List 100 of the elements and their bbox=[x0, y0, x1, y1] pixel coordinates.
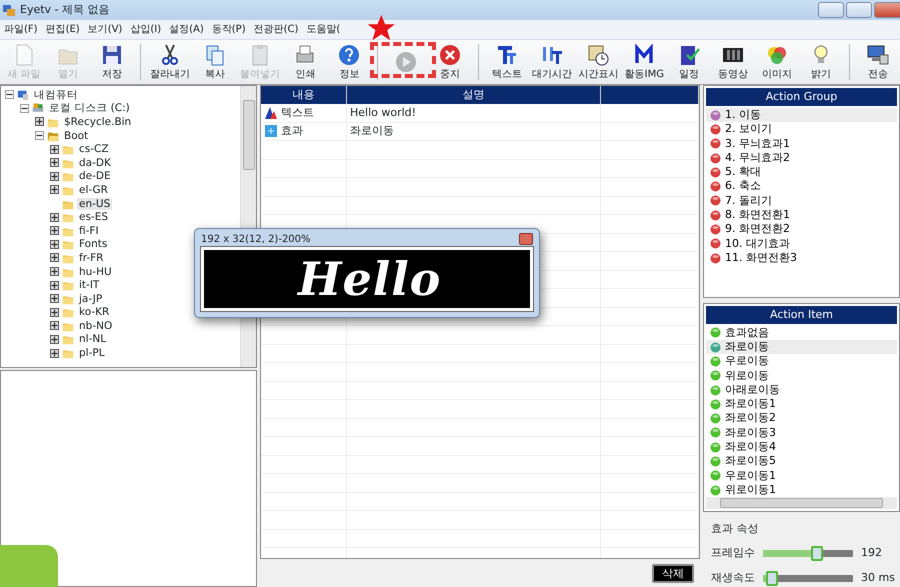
tree-item[interactable]: ko-KR bbox=[77, 306, 112, 318]
expander-icon[interactable] bbox=[50, 280, 59, 290]
expander-icon[interactable] bbox=[50, 144, 59, 154]
menu-item[interactable]: 편집(E) bbox=[42, 22, 84, 37]
expander-icon[interactable] bbox=[50, 308, 59, 317]
toolbar-button[interactable]: 활동IMG bbox=[622, 40, 668, 84]
toolbar-button[interactable]: 저장 bbox=[90, 40, 134, 84]
slider-thumb[interactable] bbox=[766, 571, 778, 586]
toolbar-button[interactable]: 이미지 bbox=[755, 40, 800, 84]
toolbar-button[interactable]: 동영상 bbox=[711, 40, 756, 84]
tree-item[interactable]: Boot bbox=[62, 130, 90, 142]
status-dot-icon bbox=[710, 238, 721, 250]
list-item[interactable]: 1. 이동 bbox=[706, 108, 897, 122]
expander-icon[interactable] bbox=[35, 131, 44, 140]
expander-icon[interactable] bbox=[50, 253, 59, 262]
list-item[interactable]: 8. 화면전환1 bbox=[706, 208, 897, 222]
tree-item[interactable]: nl-NL bbox=[77, 333, 108, 346]
tree-item[interactable]: el-GR bbox=[77, 184, 110, 196]
expander-icon[interactable] bbox=[20, 104, 29, 113]
list-item[interactable]: 좌로이동1 bbox=[706, 397, 897, 412]
menu-item[interactable]: 전광판(C) bbox=[250, 22, 302, 37]
column-header[interactable]: 설명 bbox=[347, 86, 601, 104]
menu-item[interactable]: 동작(P) bbox=[208, 22, 250, 37]
expander-icon[interactable] bbox=[50, 172, 59, 181]
list-item[interactable]: 6. 축소 bbox=[706, 179, 897, 194]
expander-icon[interactable] bbox=[50, 267, 59, 276]
tree-item[interactable]: cs-CZ bbox=[77, 143, 111, 156]
tree-item[interactable]: hu-HU bbox=[77, 266, 114, 278]
menu-item[interactable]: 파일(F) bbox=[0, 22, 42, 37]
toolbar-button[interactable]: 일정 bbox=[667, 40, 712, 84]
list-item[interactable]: 우로이동 bbox=[706, 354, 897, 369]
toolbar-button[interactable]: 밝기 bbox=[799, 40, 844, 84]
menu-item[interactable]: 보기(V) bbox=[84, 22, 126, 37]
tree-item[interactable]: ja-JP bbox=[77, 292, 104, 305]
list-item[interactable]: 좌로이동4 bbox=[706, 440, 897, 454]
tree-item[interactable]: 내컴퓨터 bbox=[32, 88, 80, 101]
expander-icon[interactable] bbox=[50, 348, 59, 358]
menu-item[interactable]: 삽입(I) bbox=[126, 22, 166, 37]
list-item[interactable]: 좌로이동5 bbox=[706, 454, 897, 469]
toolbar-button[interactable]: 전송 bbox=[856, 40, 900, 84]
horizontal-scrollbar[interactable] bbox=[706, 497, 897, 508]
list-item[interactable]: 4. 무늬효과2 bbox=[706, 150, 897, 166]
tree-item[interactable]: it-IT bbox=[77, 279, 102, 292]
tree-item[interactable]: fr-FR bbox=[77, 252, 106, 264]
toolbar-button[interactable]: 대기시간 bbox=[529, 40, 576, 84]
maximize-button[interactable] bbox=[846, 2, 872, 18]
shapes-icon bbox=[264, 106, 278, 120]
list-item[interactable]: 위로이동 bbox=[706, 368, 897, 383]
minimize-button[interactable] bbox=[818, 2, 844, 18]
toolbar-button[interactable]: 인쇄 bbox=[283, 40, 328, 84]
expander-icon[interactable] bbox=[50, 321, 59, 330]
slider-thumb[interactable] bbox=[811, 546, 823, 561]
expander-icon[interactable] bbox=[35, 117, 44, 126]
status-dot-icon bbox=[710, 384, 721, 396]
list-item[interactable]: 11. 화면전환3 bbox=[706, 250, 897, 266]
tree-item[interactable]: nb-NO bbox=[77, 320, 114, 332]
expander-icon[interactable] bbox=[50, 185, 59, 194]
expander-icon[interactable] bbox=[50, 158, 59, 168]
tree-item[interactable]: es-ES bbox=[77, 211, 110, 224]
list-item[interactable]: 좌로이동 bbox=[706, 340, 897, 354]
list-item[interactable]: 2. 보이기 bbox=[706, 122, 897, 137]
expander-icon[interactable] bbox=[50, 212, 59, 222]
tree-item[interactable]: pl-PL bbox=[77, 347, 107, 360]
delete-button[interactable]: 삭제 bbox=[652, 564, 694, 583]
list-item[interactable]: 좌로이동2 bbox=[706, 412, 897, 426]
tree-item[interactable]: 로컬 디스크 (C:) bbox=[47, 102, 132, 114]
calendar-clock-icon bbox=[586, 42, 610, 66]
list-item[interactable]: 10. 대기효과 bbox=[706, 236, 897, 251]
tree-item[interactable]: de-DE bbox=[77, 170, 113, 182]
status-dot-icon bbox=[710, 413, 721, 424]
expander-icon[interactable] bbox=[50, 240, 59, 249]
tree-item[interactable]: $Recycle.Bin bbox=[62, 116, 134, 128]
list-item[interactable]: 9. 화면전환2 bbox=[706, 222, 897, 237]
list-item[interactable]: 효과없음 bbox=[706, 326, 897, 340]
tree-item[interactable]: en-US bbox=[77, 198, 112, 210]
toolbar-button[interactable]: 중지 bbox=[428, 40, 472, 84]
tree-item[interactable]: Fonts bbox=[77, 238, 110, 250]
expander-icon[interactable] bbox=[50, 294, 59, 304]
toolbar-button[interactable]: 텍스트 bbox=[485, 40, 530, 84]
toolbar-button[interactable]: 복사 bbox=[193, 40, 238, 84]
list-item[interactable]: 5. 확대 bbox=[706, 165, 897, 180]
list-item[interactable]: 위로이동1 bbox=[706, 483, 897, 498]
list-item[interactable]: 아래로이동 bbox=[706, 382, 897, 398]
table-cell-text: 텍스트 bbox=[281, 104, 314, 120]
tree-item[interactable]: fi-FI bbox=[77, 224, 101, 237]
toolbar-button[interactable]: 시간표시 bbox=[575, 40, 622, 84]
list-item[interactable]: 우로이동1 bbox=[706, 468, 897, 483]
list-item[interactable]: 3. 무늬효과1 bbox=[706, 136, 897, 151]
expander-icon[interactable] bbox=[50, 334, 59, 344]
menu-item[interactable]: 설정(A) bbox=[165, 22, 208, 37]
tree-item[interactable]: da-DK bbox=[77, 156, 113, 169]
list-item[interactable]: 좌로이동3 bbox=[706, 426, 897, 440]
list-item[interactable]: 7. 돌리기 bbox=[706, 194, 897, 208]
status-dot-icon bbox=[710, 252, 721, 264]
toolbar-button[interactable]: 잘라내기 bbox=[146, 40, 194, 84]
expander-icon[interactable] bbox=[50, 226, 59, 236]
column-header[interactable]: 내용 bbox=[261, 86, 347, 104]
toolbar-button[interactable]: 정보 bbox=[327, 40, 372, 84]
menu-item[interactable]: 도움말( bbox=[302, 22, 344, 37]
expander-icon[interactable] bbox=[5, 90, 14, 100]
